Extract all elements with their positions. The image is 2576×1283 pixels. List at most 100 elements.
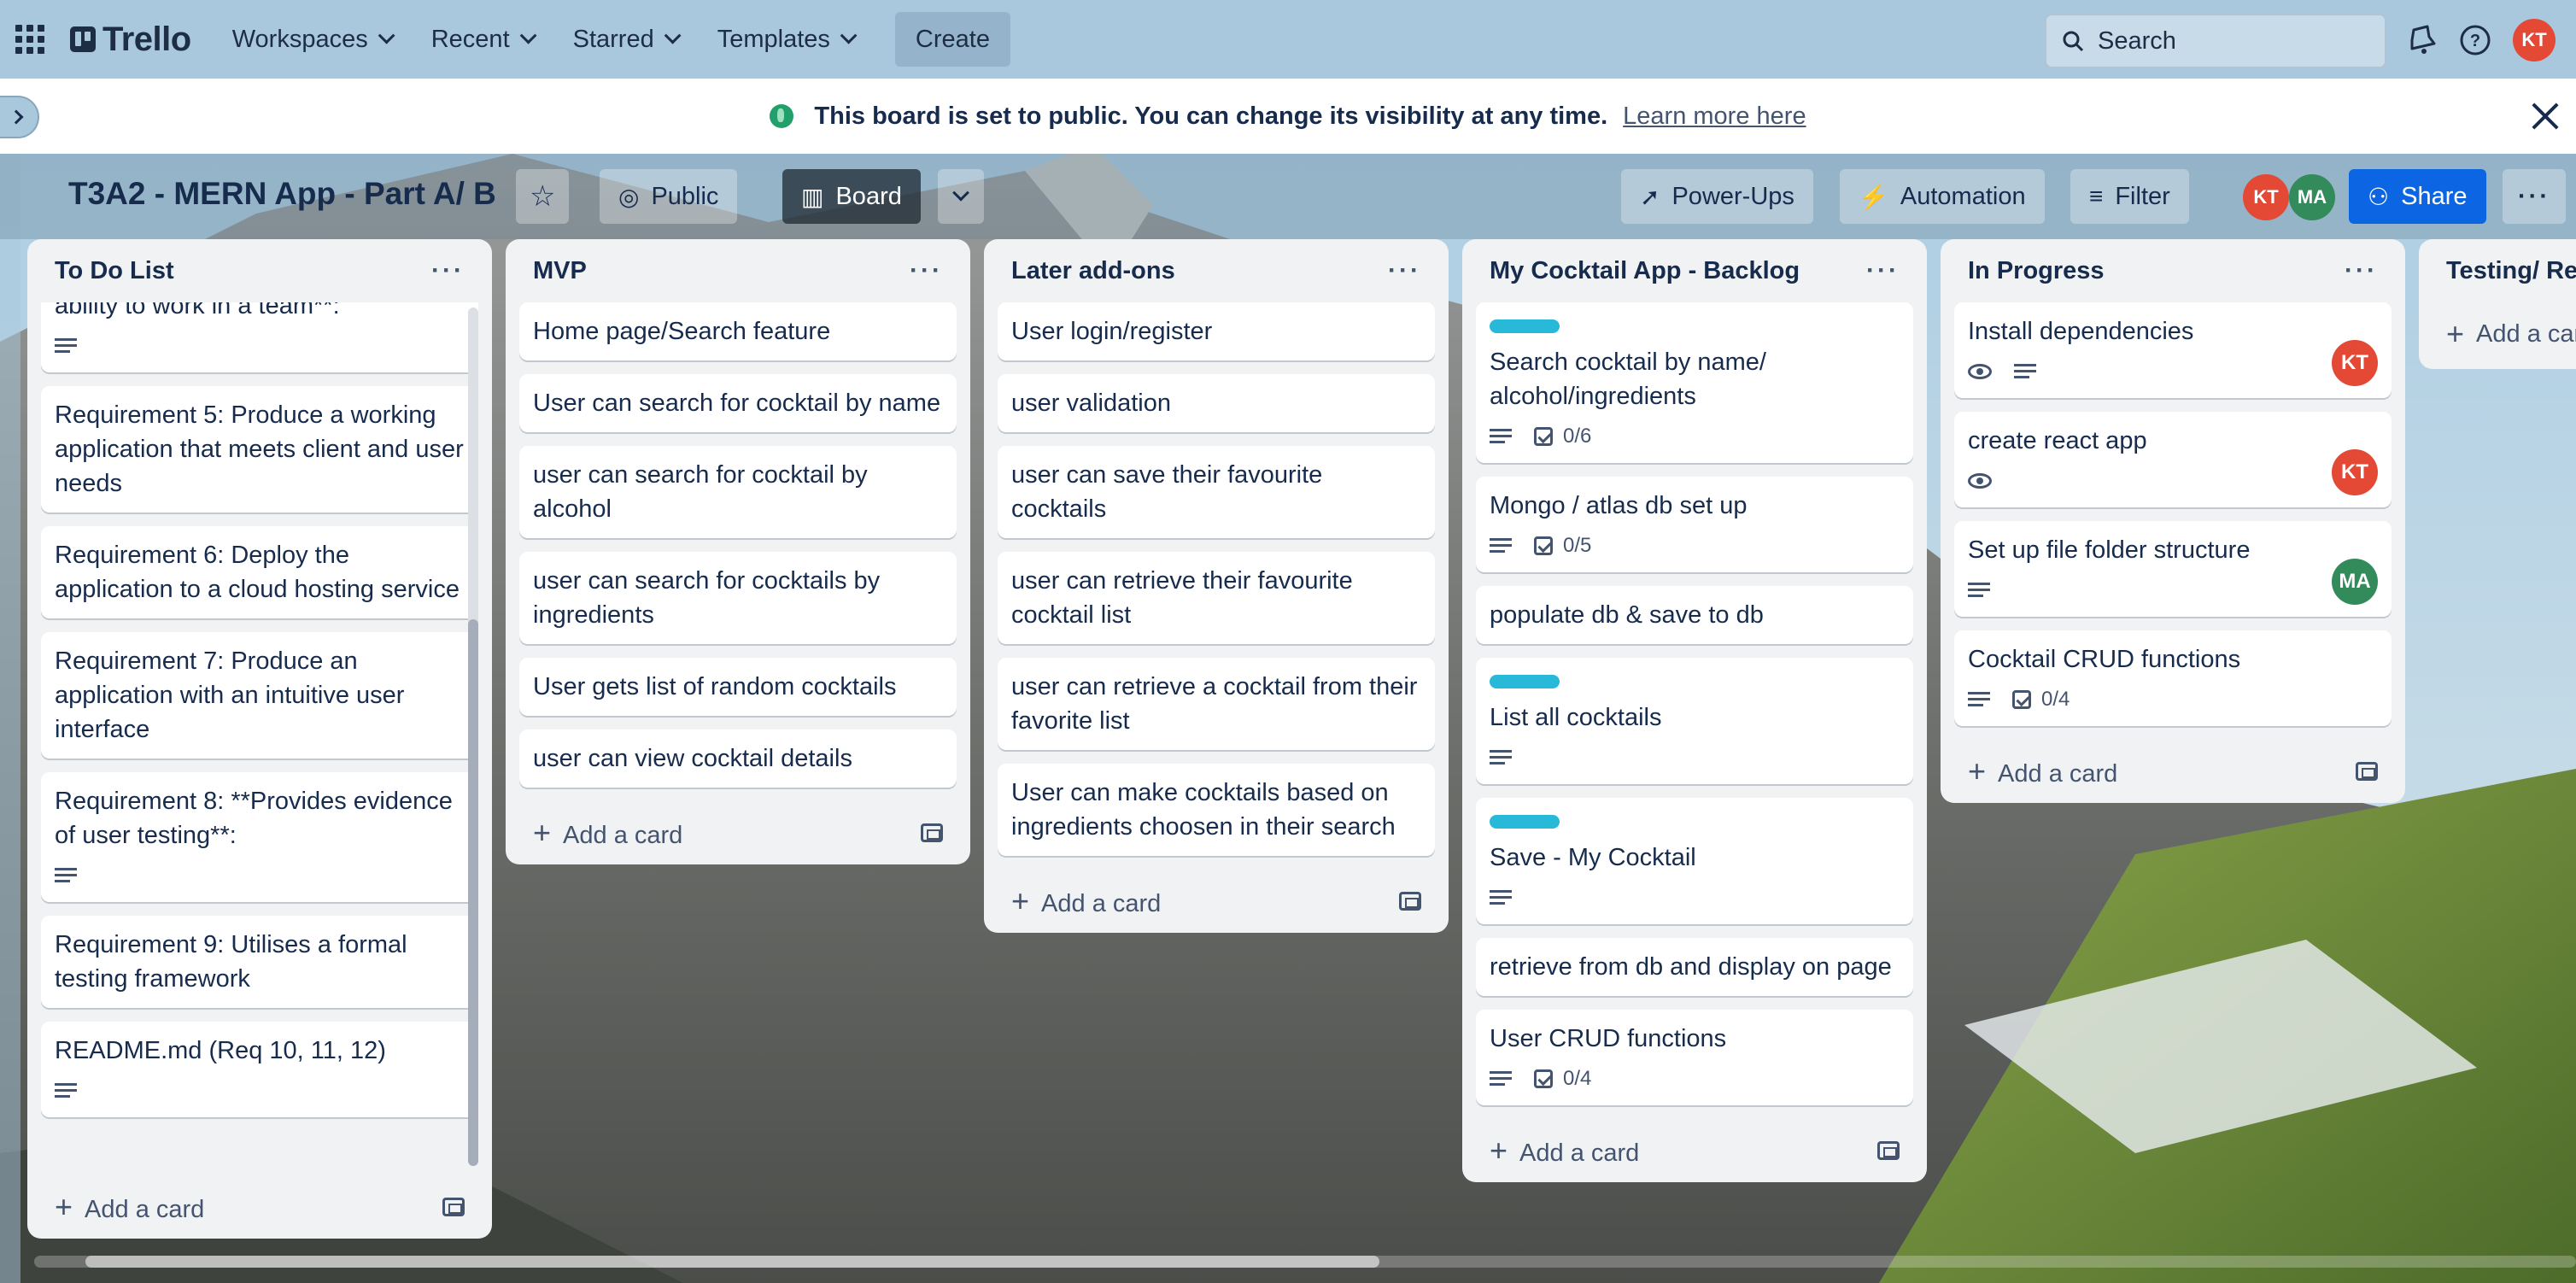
card[interactable]: User can search for cocktail by name (519, 374, 957, 432)
list-header[interactable]: In Progress ··· (1954, 239, 2392, 302)
card[interactable]: user can save their favourite cocktails (998, 446, 1435, 538)
card-label[interactable] (1490, 815, 1560, 829)
close-icon[interactable] (2528, 99, 2562, 133)
watch-icon (1968, 473, 1992, 489)
card[interactable]: Home page/Search feature (519, 302, 957, 360)
power-ups-button[interactable]: ➚ Power-Ups (1621, 169, 1813, 224)
search-input[interactable]: Search (2045, 14, 2386, 68)
nav-starred[interactable]: Starred (554, 12, 699, 67)
card[interactable]: User can make cocktails based on ingredi… (998, 764, 1435, 856)
card[interactable]: User gets list of random cocktails (519, 658, 957, 716)
list-menu-icon[interactable]: ··· (1388, 256, 1421, 285)
card-template-icon[interactable] (1877, 1141, 1900, 1160)
add-card-button[interactable]: + Add a card (998, 870, 1435, 933)
card[interactable]: user validation (998, 374, 1435, 432)
card[interactable]: Requirement 7: Produce an application wi… (41, 632, 478, 759)
star-board-button[interactable]: ☆ (516, 169, 570, 224)
nav-recent[interactable]: Recent (413, 12, 554, 67)
card-template-icon[interactable] (921, 823, 943, 842)
board-menu-button[interactable]: ··· (2503, 169, 2566, 224)
member-avatar-kt[interactable]: KT (2243, 174, 2289, 220)
card[interactable]: user can view cocktail details (519, 729, 957, 788)
card[interactable]: Install dependencies KT (1954, 302, 2392, 398)
board-view-button[interactable]: ▥ Board (782, 169, 921, 224)
card[interactable]: ability to work in a team**: (41, 302, 478, 372)
chevron-down-icon (952, 184, 969, 202)
card[interactable]: user can retrieve a cocktail from their … (998, 658, 1435, 750)
add-card-label: Add a card (563, 822, 683, 849)
list-header[interactable]: MVP ··· (519, 239, 957, 302)
notifications-icon[interactable] (2403, 23, 2438, 57)
card[interactable]: Set up file folder structure MA (1954, 521, 2392, 617)
board-horizontal-scrollbar[interactable] (34, 1256, 2576, 1268)
list-header[interactable]: My Cocktail App - Backlog ··· (1476, 239, 1913, 302)
card[interactable]: README.md (Req 10, 11, 12) (41, 1022, 478, 1117)
card[interactable]: List all cocktails (1476, 658, 1913, 784)
card[interactable]: user can retrieve their favourite cockta… (998, 552, 1435, 644)
app-switcher-icon[interactable] (15, 25, 44, 54)
card-template-icon[interactable] (1399, 892, 1421, 911)
share-button[interactable]: ⚇ Share (2349, 169, 2486, 224)
card[interactable]: Cocktail CRUD functions 0/4 (1954, 630, 2392, 726)
card[interactable]: create react app KT (1954, 412, 2392, 507)
checklist-count: 0/4 (2041, 688, 2070, 711)
user-avatar[interactable]: KT (2513, 19, 2556, 62)
checklist-icon (2012, 690, 2031, 709)
views-dropdown-button[interactable] (938, 169, 984, 224)
plus-icon: + (1490, 1133, 1508, 1168)
card[interactable]: Save - My Cocktail (1476, 798, 1913, 924)
card[interactable]: Search cocktail by name/ alcohol/ingredi… (1476, 302, 1913, 463)
create-button[interactable]: Create (894, 12, 1010, 67)
learn-more-link[interactable]: Learn more here (1623, 103, 1806, 131)
list-header[interactable]: To Do List ··· (41, 239, 478, 302)
visibility-button[interactable]: ◎ Public (600, 169, 738, 224)
svg-text:?: ? (2470, 32, 2480, 50)
add-card-button[interactable]: + Add a card (1954, 740, 2392, 803)
card-label[interactable] (1490, 319, 1560, 333)
card[interactable]: Requirement 9: Utilises a formal testing… (41, 916, 478, 1008)
list-menu-icon[interactable]: ··· (1866, 256, 1900, 285)
list-header[interactable]: Testing/ Rev (2433, 239, 2576, 302)
card-label[interactable] (1490, 675, 1560, 688)
list-scrollbar[interactable] (468, 308, 478, 1166)
add-card-button[interactable]: + Add a card (41, 1175, 478, 1239)
nav-workspaces[interactable]: Workspaces (214, 12, 413, 67)
card[interactable]: user can search for cocktail by alcohol (519, 446, 957, 538)
card-template-icon[interactable] (442, 1198, 465, 1216)
list-to-do: To Do List ··· ability to work in a team… (27, 239, 492, 1239)
list-menu-icon[interactable]: ··· (431, 256, 465, 285)
nav-templates[interactable]: Templates (699, 12, 875, 67)
description-icon (55, 1083, 77, 1098)
card[interactable]: populate db & save to db (1476, 586, 1913, 644)
add-card-button[interactable]: + Add a card (2433, 302, 2576, 366)
card-title: Requirement 8: **Provides evidence of us… (55, 788, 453, 849)
card[interactable]: User login/register (998, 302, 1435, 360)
board-title[interactable]: T3A2 - MERN App - Part A/ B (68, 176, 496, 212)
card-title: Save - My Cocktail (1490, 844, 1696, 871)
card[interactable]: User CRUD functions 0/4 (1476, 1010, 1913, 1105)
card-template-icon[interactable] (2356, 762, 2378, 781)
add-card-button[interactable]: + Add a card (519, 801, 957, 864)
filter-button[interactable]: ≡ Filter (2070, 169, 2189, 224)
card[interactable]: Requirement 5: Produce a working applica… (41, 386, 478, 513)
member-avatar-ma[interactable]: MA (2289, 174, 2335, 220)
card[interactable]: Mongo / atlas db set up 0/5 (1476, 477, 1913, 572)
card-member-avatar[interactable]: MA (2332, 559, 2378, 605)
rocket-icon: ➚ (1640, 183, 1660, 210)
card[interactable]: retrieve from db and display on page (1476, 938, 1913, 996)
automation-button[interactable]: ⚡ Automation (1840, 169, 2045, 224)
card-member-avatar[interactable]: KT (2332, 449, 2378, 495)
card-member-avatar[interactable]: KT (2332, 340, 2378, 386)
trello-logo[interactable]: Trello (70, 21, 191, 59)
card[interactable]: Requirement 6: Deploy the application to… (41, 526, 478, 618)
checklist-icon (1534, 427, 1553, 446)
card[interactable]: Requirement 8: **Provides evidence of us… (41, 772, 478, 902)
help-icon[interactable]: ? (2458, 23, 2492, 57)
list-header[interactable]: Later add-ons ··· (998, 239, 1435, 302)
card-title: create react app (1968, 427, 2147, 454)
list-menu-icon[interactable]: ··· (910, 256, 943, 285)
board-header: T3A2 - MERN App - Part A/ B ☆ ◎ Public ▥… (0, 154, 2576, 239)
add-card-button[interactable]: + Add a card (1476, 1119, 1913, 1182)
card[interactable]: user can search for cocktails by ingredi… (519, 552, 957, 644)
list-menu-icon[interactable]: ··· (2345, 256, 2378, 285)
